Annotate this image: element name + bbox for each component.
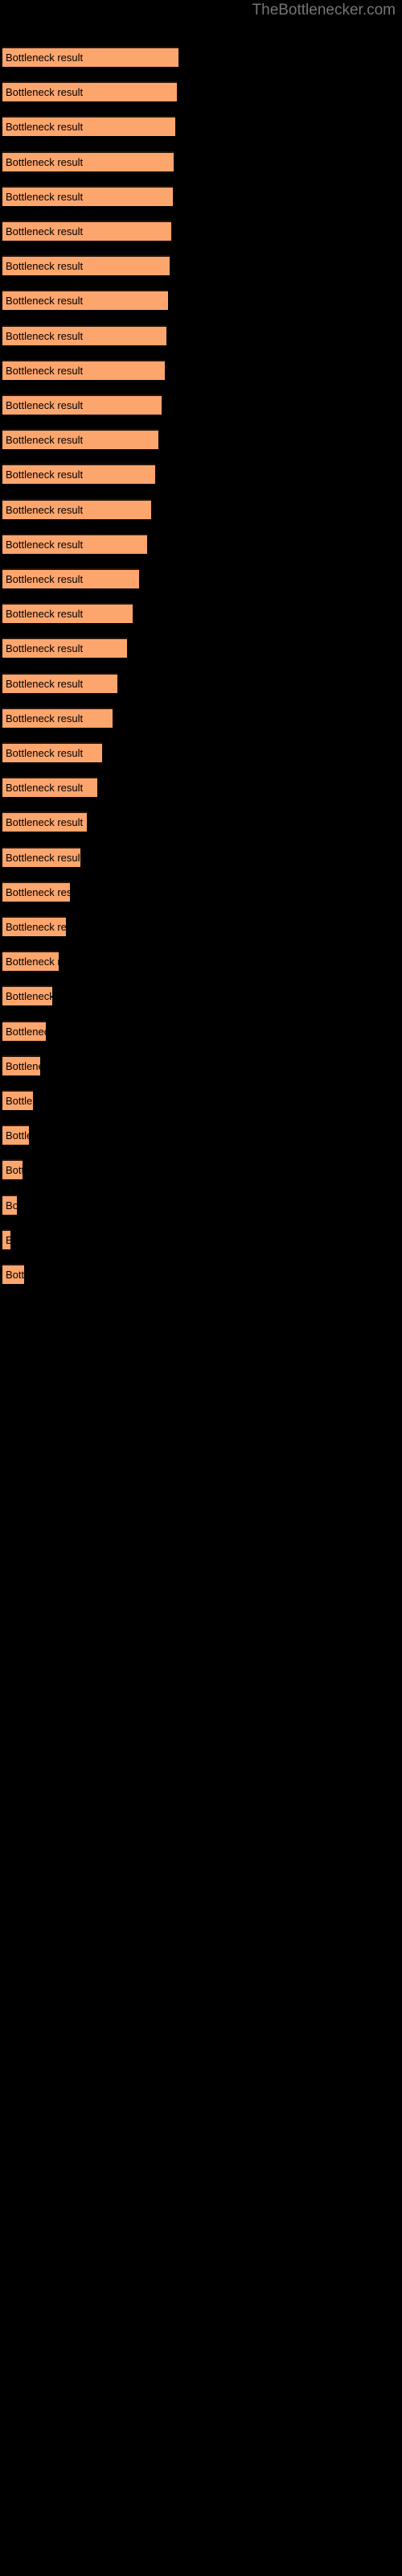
bar[interactable]: Bottleneck result	[2, 603, 133, 624]
bar-label: Bottleneck result	[6, 52, 84, 64]
bar[interactable]: Bottleneck result	[2, 324, 166, 345]
bar-label: Bottleneck result	[6, 1129, 29, 1142]
bar-label: Bottleneck result	[6, 712, 84, 724]
bar-label: Bottleneck result	[6, 1095, 33, 1107]
bar-label: Bottleneck result	[6, 1164, 23, 1177]
bar[interactable]: Bottleneck result	[2, 916, 66, 936]
bar[interactable]: Bottleneck result	[2, 359, 165, 380]
bar[interactable]: Bottleneck result	[2, 1159, 23, 1180]
bar-label: Bottleneck result	[6, 329, 84, 342]
bar-label: Bottleneck result	[6, 503, 84, 516]
bar-series-container: Bottleneck result Bottleneck result Bottle…	[0, 0, 402, 2576]
bar-label: Bottleneck result	[6, 1199, 17, 1212]
bar[interactable]: Bottleneck result	[2, 1020, 46, 1041]
bar-label: Bottleneck result	[6, 1025, 46, 1038]
bar-label: Bottleneck result	[6, 469, 84, 481]
bar-label: Bottleneck result	[6, 190, 84, 203]
bar[interactable]: Bottleneck result	[2, 1228, 10, 1249]
bar[interactable]: Bottleneck result	[2, 533, 147, 554]
bar[interactable]: Bottleneck result	[2, 394, 162, 415]
bar[interactable]: Bottleneck result	[2, 464, 155, 485]
bar[interactable]: Bottleneck result	[2, 638, 127, 658]
bar-label: Bottleneck result	[6, 155, 84, 168]
bar-label: Bottleneck result	[6, 642, 84, 655]
bar-label: Bottleneck result	[6, 990, 52, 1003]
bar-label: Bottleneck result	[6, 1059, 40, 1072]
bar-label: Bottleneck result	[6, 1269, 24, 1281]
bar-label: Bottleneck result	[6, 295, 84, 308]
bar-label: Bottleneck result	[6, 538, 84, 551]
bar[interactable]: Bottleneck result	[2, 881, 70, 902]
bar-label: Bottleneck result	[6, 608, 84, 621]
bar-label: Bottleneck result	[6, 782, 84, 795]
bar[interactable]: Bottleneck result	[2, 811, 87, 832]
bar-label: Bottleneck result	[6, 956, 59, 968]
bar[interactable]: Bottleneck result	[2, 707, 113, 728]
bar[interactable]: Bottleneck result	[2, 742, 102, 762]
bottleneck-bar-chart: TheBottlenecker.com Bottleneck result Bot…	[0, 0, 402, 2576]
bar[interactable]: Bottleneck result	[2, 568, 139, 588]
bar-label: Bottleneck result	[6, 573, 84, 585]
bar[interactable]: Bottleneck result	[2, 1194, 17, 1215]
bar[interactable]: Bottleneck result	[2, 185, 173, 206]
bar[interactable]: Bottleneck result	[2, 116, 175, 137]
bar[interactable]: Bottleneck result	[2, 1055, 40, 1075]
bar[interactable]: Bottleneck result	[2, 151, 174, 171]
bar-label: Bottleneck result	[6, 121, 84, 134]
bar[interactable]: Bottleneck result	[2, 951, 59, 972]
bar-label: Bottleneck result	[6, 364, 84, 377]
bar[interactable]: Bottleneck result	[2, 255, 170, 276]
bar-label: Bottleneck result	[6, 399, 84, 411]
bar-label: Bottleneck result	[6, 1232, 10, 1248]
bar-label: Bottleneck result	[6, 434, 84, 447]
bar[interactable]: Bottleneck result	[2, 846, 80, 867]
bar-label: Bottleneck result	[6, 851, 80, 864]
bar[interactable]: Bottleneck result	[2, 429, 158, 450]
bar-label: Bottleneck result	[6, 747, 84, 759]
bar[interactable]: Bottleneck result	[2, 1125, 29, 1146]
bar[interactable]: Bottleneck result	[2, 498, 151, 519]
bar[interactable]: Bottleneck result	[2, 290, 168, 311]
bar-label: Bottleneck result	[6, 677, 84, 690]
bar-label: Bottleneck result	[6, 886, 70, 898]
bar[interactable]: Bottleneck result	[2, 81, 177, 102]
bar[interactable]: Bottleneck result	[2, 1090, 33, 1110]
bar[interactable]: Bottleneck result	[2, 1264, 24, 1284]
bar-label: Bottleneck result	[6, 816, 84, 829]
bar[interactable]: Bottleneck result	[2, 672, 117, 693]
bar-label: Bottleneck result	[6, 86, 84, 99]
bar-label: Bottleneck result	[6, 260, 84, 273]
bar-label: Bottleneck result	[6, 225, 84, 237]
bar[interactable]: Bottleneck result	[2, 221, 171, 241]
bar[interactable]: Bottleneck result	[2, 47, 178, 67]
bar[interactable]: Bottleneck result	[2, 777, 97, 798]
bar-label: Bottleneck result	[6, 921, 66, 933]
bar[interactable]: Bottleneck result	[2, 985, 52, 1006]
